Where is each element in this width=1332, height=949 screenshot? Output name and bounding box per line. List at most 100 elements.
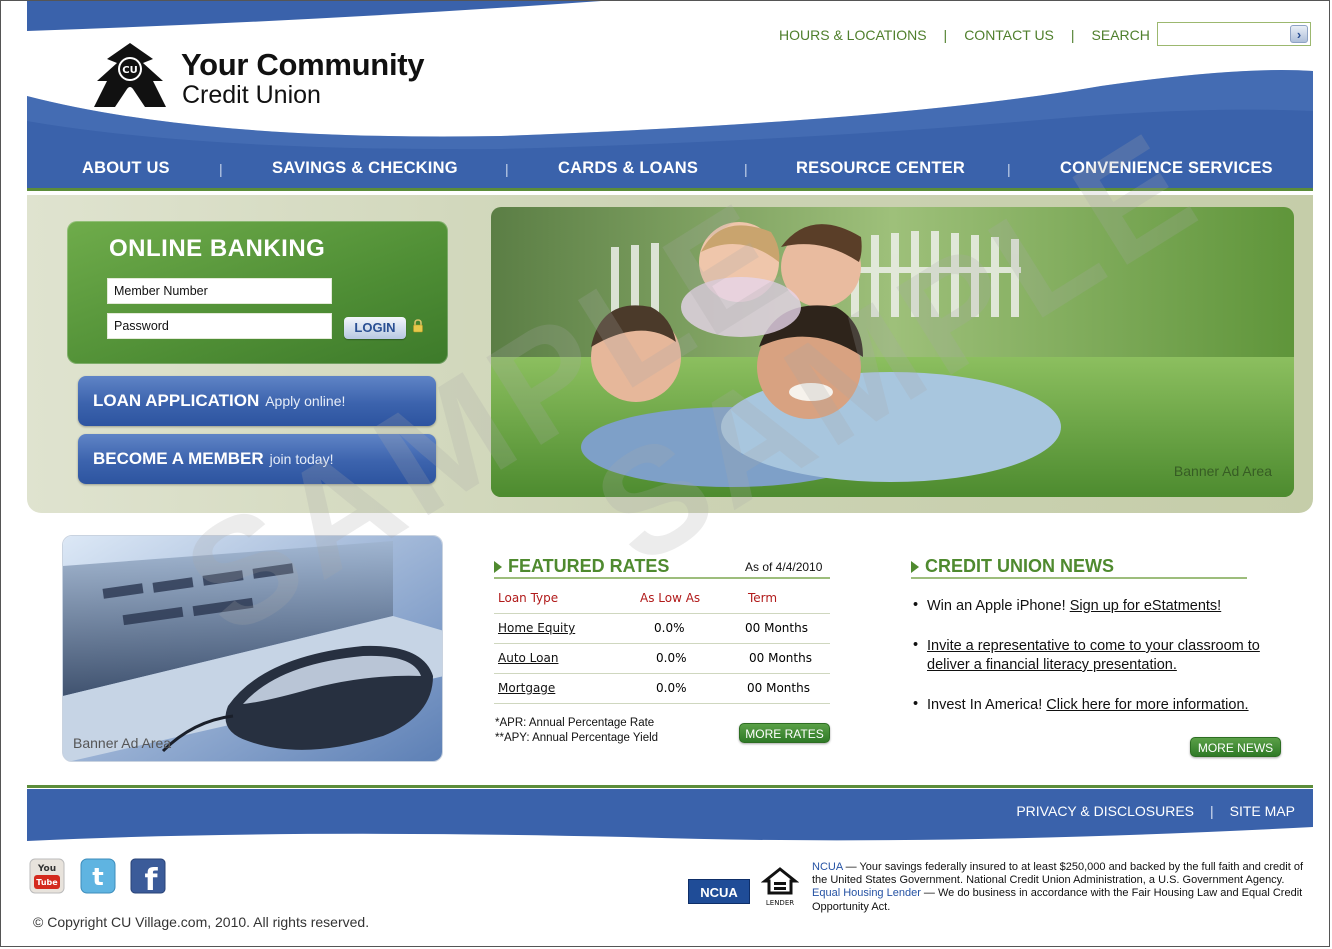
featured-rates-underline — [494, 577, 830, 579]
term-value: 00 Months — [749, 651, 812, 665]
nav-green-divider — [27, 188, 1313, 191]
equal-housing-lender-link[interactable]: Equal Housing Lender — [812, 887, 921, 899]
news-bullet: • — [913, 696, 919, 712]
header-as-low-as: As Low As — [640, 591, 701, 605]
nav-separator: | — [505, 161, 509, 177]
hours-locations-link[interactable]: HOURS & LOCATIONS — [779, 27, 927, 43]
disclaimer-text: — Your savings federally insured to at l… — [812, 861, 1304, 887]
side-banner-label: Banner Ad Area — [73, 735, 172, 751]
footer-separator: | — [1210, 803, 1214, 819]
featured-rates-title-text: FEATURED RATES — [508, 556, 670, 576]
term-value: 00 Months — [745, 621, 808, 635]
youtube-icon[interactable]: You Tube — [29, 858, 65, 894]
footer-disclaimer: NCUA — Your savings federally insured to… — [812, 861, 1312, 914]
auto-loan-link[interactable]: Auto Loan — [498, 651, 558, 665]
news-bullet: • — [913, 597, 919, 613]
brand-subname: Credit Union — [182, 81, 321, 109]
table-row: Mortgage 0.0% 00 Months — [494, 674, 830, 704]
table-row: Home Equity 0.0% 00 Months — [494, 614, 830, 644]
nav-cards-loans[interactable]: CARDS & LOANS — [558, 159, 698, 178]
header-loan-type: Loan Type — [498, 591, 559, 605]
loan-application-title: LOAN APPLICATION — [93, 391, 260, 410]
svg-text:t: t — [92, 863, 103, 891]
member-number-input[interactable]: Member Number — [107, 278, 332, 304]
featured-rates-table: Loan Type As Low As Term Home Equity 0.0… — [494, 584, 830, 704]
nav-separator: | — [1007, 161, 1011, 177]
rate-value: 0.0% — [656, 681, 687, 695]
utility-separator: | — [943, 27, 948, 43]
login-button[interactable]: LOGIN — [344, 317, 406, 339]
credit-union-logo-icon: CU — [94, 43, 166, 107]
loan-application-sub: Apply online! — [265, 393, 346, 409]
side-banner-image[interactable]: Banner Ad Area — [62, 535, 443, 762]
nav-convenience-services[interactable]: CONVENIENCE SERVICES — [1060, 159, 1273, 178]
svg-text:f: f — [144, 863, 158, 894]
news-item-text: Invest In America! — [927, 697, 1047, 713]
rates-as-of-date: As of 4/4/2010 — [745, 560, 823, 574]
apr-footnote: *APR: Annual Percentage Rate — [495, 717, 655, 729]
copyright-text: © Copyright CU Village.com, 2010. All ri… — [33, 914, 370, 930]
become-member-sub: join today! — [269, 451, 334, 467]
featured-rates-title: FEATURED RATES — [494, 556, 669, 577]
ncua-link[interactable]: NCUA — [812, 861, 843, 873]
password-input[interactable]: Password — [107, 313, 332, 339]
hero-banner-image[interactable]: Banner Ad Area — [491, 207, 1294, 497]
news-underline — [911, 577, 1247, 579]
twitter-icon[interactable]: t — [80, 858, 116, 894]
site-map-link[interactable]: SITE MAP — [1230, 803, 1295, 819]
news-title-text: CREDIT UNION NEWS — [925, 556, 1114, 576]
news-title: CREDIT UNION NEWS — [911, 556, 1114, 577]
laptop-mouse-illustration — [63, 536, 442, 761]
news-item-text: Win an Apple iPhone! — [927, 598, 1070, 614]
search-label: SEARCH — [1091, 27, 1150, 43]
mortgage-link[interactable]: Mortgage — [498, 681, 555, 695]
utility-separator: | — [1070, 27, 1075, 43]
more-news-button[interactable]: MORE NEWS — [1190, 737, 1281, 757]
become-member-button[interactable]: BECOME A MEMBER join today! — [78, 434, 436, 484]
triangle-bullet-icon — [494, 560, 502, 573]
svg-text:Tube: Tube — [36, 878, 58, 887]
apy-footnote: **APY: Annual Percentage Yield — [495, 732, 659, 744]
search-input[interactable]: › — [1157, 22, 1311, 46]
nav-about-us[interactable]: ABOUT US — [82, 159, 170, 178]
estatements-signup-link[interactable]: Sign up for eStatments! — [1070, 598, 1222, 614]
nav-separator: | — [744, 161, 748, 177]
family-photo-illustration — [491, 207, 1294, 497]
loan-application-button[interactable]: LOAN APPLICATION Apply online! — [78, 376, 436, 426]
online-banking-title: ONLINE BANKING — [109, 235, 326, 262]
utility-nav: HOURS & LOCATIONS | CONTACT US | SEARCH — [779, 27, 1150, 43]
svg-text:You: You — [37, 864, 56, 874]
facebook-icon[interactable]: f — [130, 858, 166, 894]
svg-text:CU: CU — [122, 65, 137, 76]
privacy-disclosures-link[interactable]: PRIVACY & DISCLOSURES — [1016, 803, 1194, 819]
nav-resource-center[interactable]: RESOURCE CENTER — [796, 159, 965, 178]
contact-us-link[interactable]: CONTACT US — [964, 27, 1054, 43]
header-term: Term — [748, 591, 778, 605]
ncua-badge: NCUA — [688, 879, 750, 904]
equal-housing-lender-icon: LENDER — [761, 867, 799, 907]
home-equity-link[interactable]: Home Equity — [498, 621, 575, 635]
footer-green-divider — [27, 785, 1313, 788]
invest-more-info-link[interactable]: Click here for more information. — [1046, 697, 1248, 713]
more-rates-button[interactable]: MORE RATES — [739, 723, 830, 743]
hero-banner-label: Banner Ad Area — [1173, 463, 1272, 479]
table-row: Auto Loan 0.0% 00 Months — [494, 644, 830, 674]
brand-name: Your Community — [181, 47, 425, 82]
classroom-representative-link[interactable]: Invite a representative to come to your … — [927, 638, 1260, 673]
rate-value: 0.0% — [656, 651, 687, 665]
rates-header-row: Loan Type As Low As Term — [494, 584, 830, 614]
term-value: 00 Months — [747, 681, 810, 695]
online-banking-box: ONLINE BANKING Member Number Password LO… — [67, 221, 448, 364]
nav-separator: | — [219, 161, 223, 177]
main-nav: ABOUT US | SAVINGS & CHECKING | CARDS & … — [27, 159, 1313, 185]
footer-links: PRIVACY & DISCLOSURES | SITE MAP — [1016, 803, 1295, 819]
nav-savings-checking[interactable]: SAVINGS & CHECKING — [272, 159, 458, 178]
triangle-bullet-icon — [911, 560, 919, 573]
news-bullet: • — [913, 637, 919, 653]
become-member-title: BECOME A MEMBER — [93, 449, 264, 468]
rate-value: 0.0% — [654, 621, 685, 635]
lock-icon — [413, 319, 423, 333]
search-go-arrow-icon[interactable]: › — [1290, 25, 1308, 43]
page-frame: CU Your Community Credit Union HOURS & L… — [0, 0, 1330, 947]
ehl-caption: LENDER — [766, 899, 794, 907]
